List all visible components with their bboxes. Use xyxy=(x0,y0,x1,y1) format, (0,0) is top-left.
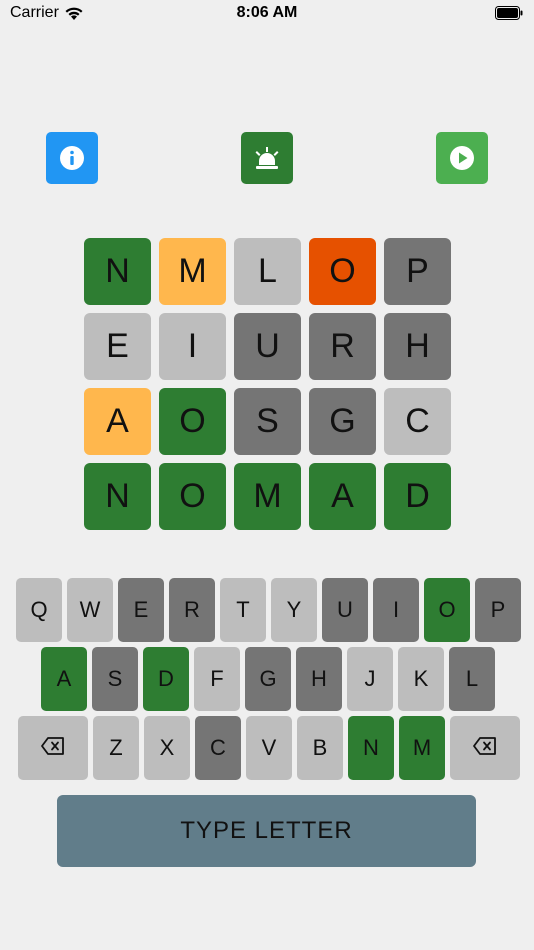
keyboard-key[interactable]: S xyxy=(92,647,138,711)
backspace-icon xyxy=(41,735,65,761)
backspace-icon xyxy=(473,735,497,761)
backspace-key[interactable] xyxy=(450,716,520,780)
board-tile: A xyxy=(309,463,376,530)
keyboard-key[interactable]: J xyxy=(347,647,393,711)
keyboard-key[interactable]: Z xyxy=(93,716,139,780)
board-tile: R xyxy=(309,313,376,380)
keyboard-key[interactable]: X xyxy=(144,716,190,780)
board-tile: E xyxy=(84,313,151,380)
keyboard-key[interactable]: A xyxy=(41,647,87,711)
keyboard-key[interactable]: W xyxy=(67,578,113,642)
type-letter-button[interactable]: TYPE LETTER xyxy=(57,795,476,867)
board-tile: G xyxy=(309,388,376,455)
keyboard-key[interactable]: Y xyxy=(271,578,317,642)
keyboard-key[interactable]: B xyxy=(297,716,343,780)
board-tile: N xyxy=(84,463,151,530)
keyboard-key[interactable]: L xyxy=(449,647,495,711)
play-button[interactable] xyxy=(436,132,488,184)
play-icon xyxy=(449,145,475,171)
board-tile: M xyxy=(159,238,226,305)
board-tile: P xyxy=(384,238,451,305)
keyboard-key[interactable]: G xyxy=(245,647,291,711)
battery-icon xyxy=(495,6,523,20)
keyboard-key[interactable]: M xyxy=(399,716,445,780)
keyboard-key[interactable]: F xyxy=(194,647,240,711)
board-tile: N xyxy=(84,238,151,305)
alarm-button[interactable] xyxy=(241,132,293,184)
keyboard-key[interactable]: T xyxy=(220,578,266,642)
keyboard-key[interactable]: Q xyxy=(16,578,62,642)
board-tile: S xyxy=(234,388,301,455)
board-tile: C xyxy=(384,388,451,455)
board-tile: H xyxy=(384,313,451,380)
board-tile: U xyxy=(234,313,301,380)
status-time: 8:06 AM xyxy=(236,4,298,21)
keyboard-key[interactable]: C xyxy=(195,716,241,780)
board-tile: A xyxy=(84,388,151,455)
board-tile: D xyxy=(384,463,451,530)
type-letter-label: TYPE LETTER xyxy=(180,817,353,844)
keyboard-key[interactable]: D xyxy=(143,647,189,711)
keyboard-key[interactable]: K xyxy=(398,647,444,711)
keyboard-key[interactable]: P xyxy=(475,578,521,642)
keyboard-key[interactable]: O xyxy=(424,578,470,642)
status-bar: Carrier 8:06 AM xyxy=(0,0,534,28)
info-button[interactable] xyxy=(46,132,98,184)
info-icon xyxy=(59,145,85,171)
keyboard-key[interactable]: I xyxy=(373,578,419,642)
keyboard-key[interactable]: U xyxy=(322,578,368,642)
board-tile: O xyxy=(309,238,376,305)
board-tile: M xyxy=(234,463,301,530)
alarm-icon xyxy=(253,145,281,171)
board-tile: I xyxy=(159,313,226,380)
board-tile: L xyxy=(234,238,301,305)
keyboard-key[interactable]: E xyxy=(118,578,164,642)
keyboard-key[interactable]: R xyxy=(169,578,215,642)
keyboard-key[interactable]: V xyxy=(246,716,292,780)
keyboard-key[interactable]: H xyxy=(296,647,342,711)
backspace-key[interactable] xyxy=(18,716,88,780)
board-tile: O xyxy=(159,388,226,455)
board-tile: O xyxy=(159,463,226,530)
keyboard-key[interactable]: N xyxy=(348,716,394,780)
